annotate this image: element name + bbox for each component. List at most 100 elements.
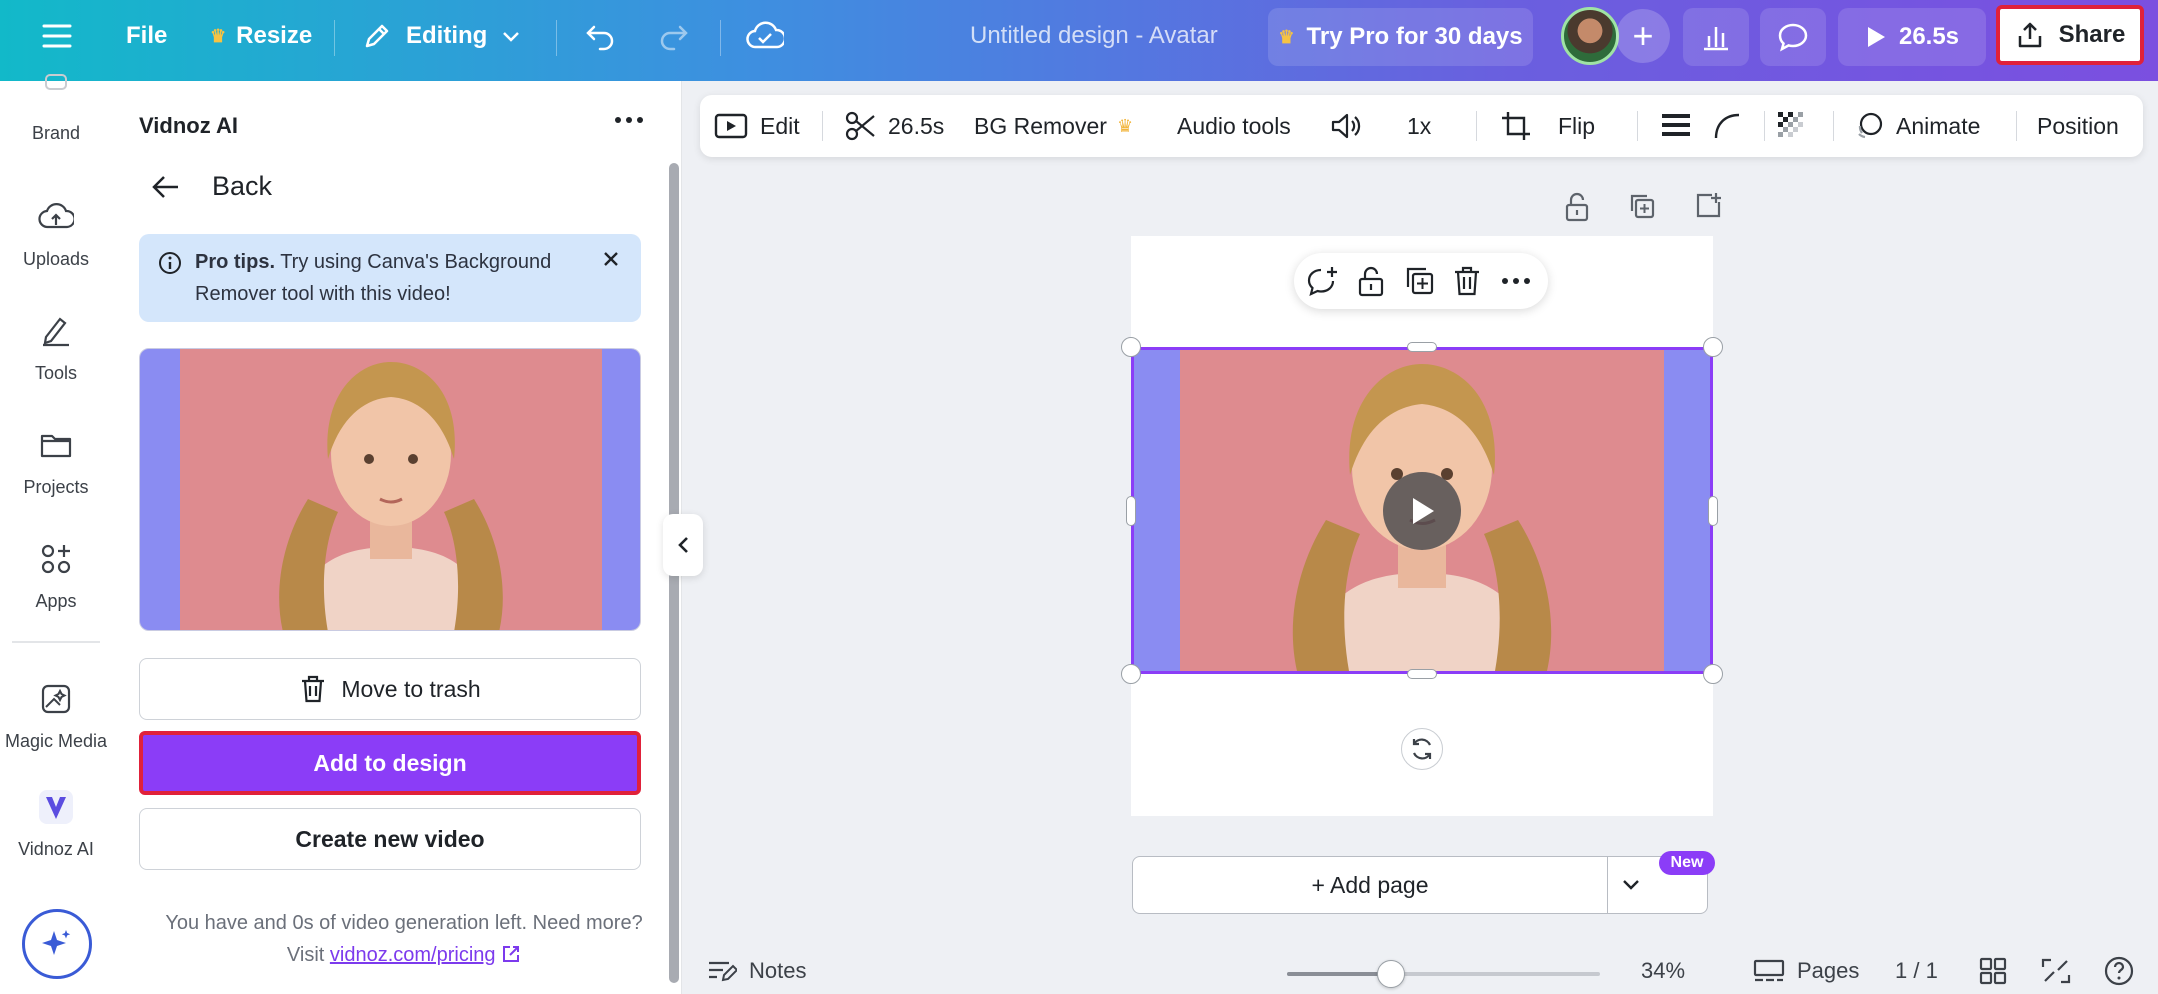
bg-remover-button[interactable]: BG Remover ♛ — [974, 95, 1133, 157]
resize-button[interactable]: ♛ Resize — [210, 0, 312, 72]
help-button[interactable] — [2103, 948, 2135, 994]
file-menu[interactable]: File — [126, 0, 167, 72]
grid-view-button[interactable] — [1979, 948, 2007, 994]
resize-handle-bottom[interactable] — [1407, 669, 1437, 679]
resize-handle-bottom-left[interactable] — [1121, 664, 1141, 684]
resize-handle-left[interactable] — [1126, 496, 1136, 526]
resize-handle-top[interactable] — [1407, 342, 1437, 352]
cloud-upload-icon — [38, 199, 74, 235]
page-tools — [1564, 192, 1722, 222]
icon-rail: Brand Uploads Tools Projects Apps Magic … — [0, 81, 112, 994]
chevron-down-icon — [1621, 878, 1641, 892]
duplicate-icon[interactable] — [1404, 265, 1436, 297]
rail-item-projects[interactable]: Projects — [0, 427, 112, 498]
add-page-icon[interactable] — [1694, 192, 1722, 220]
brand-icon — [38, 73, 74, 109]
panel-title: Vidnoz AI — [139, 113, 238, 139]
help-icon — [2103, 955, 2135, 987]
transparency-button[interactable] — [1776, 95, 1808, 157]
more-options-button[interactable] — [612, 103, 646, 145]
collapse-panel-button[interactable] — [663, 514, 703, 576]
hamburger-icon — [42, 23, 72, 49]
add-to-design-button[interactable]: Add to design — [139, 731, 641, 795]
rotate-handle[interactable] — [1401, 728, 1443, 770]
resize-handle-bottom-right[interactable] — [1703, 664, 1723, 684]
notes-button[interactable]: Notes — [707, 948, 806, 994]
avatar[interactable] — [1561, 7, 1619, 65]
undo-button[interactable] — [584, 0, 618, 72]
editing-dropdown[interactable]: Editing — [362, 0, 521, 72]
canva-assistant-button[interactable] — [22, 909, 92, 979]
rail-item-apps[interactable]: Apps — [0, 541, 112, 612]
rail-item-magic-media[interactable]: Magic Media — [0, 681, 112, 752]
comment-add-icon[interactable] — [1306, 265, 1340, 299]
volume-button[interactable] — [1329, 95, 1363, 157]
separator — [556, 20, 557, 56]
bg-remover-label: BG Remover — [974, 113, 1107, 140]
corner-rounding-button[interactable] — [1712, 95, 1742, 157]
lock-icon[interactable] — [1564, 192, 1590, 222]
insights-button[interactable] — [1683, 8, 1749, 66]
rail-item-vidnoz-ai[interactable]: Vidnoz AI — [0, 789, 112, 860]
duplicate-page-icon[interactable] — [1628, 192, 1656, 220]
pricing-link[interactable]: vidnoz.com/pricing — [330, 944, 496, 966]
rail-item-brand[interactable]: Brand — [0, 73, 112, 144]
more-horizontal-icon[interactable] — [1500, 267, 1532, 295]
menu-button[interactable] — [42, 0, 72, 72]
trim-button[interactable]: 26.5s — [844, 95, 944, 157]
move-to-trash-label: Move to trash — [341, 676, 480, 703]
generation-quota-text: You have and 0s of video generation left… — [139, 907, 669, 939]
border-style-button[interactable] — [1660, 95, 1692, 157]
try-pro-label: Try Pro for 30 days — [1307, 23, 1523, 51]
pages-button[interactable]: Pages — [1753, 948, 1859, 994]
animate-button[interactable]: Animate — [1854, 95, 1980, 157]
invite-button[interactable]: + — [1616, 9, 1670, 63]
rotate-icon — [1409, 736, 1435, 762]
flip-button[interactable]: Flip — [1558, 95, 1595, 157]
fullscreen-button[interactable] — [2041, 948, 2071, 994]
file-label: File — [126, 22, 167, 50]
rail-item-uploads[interactable]: Uploads — [0, 199, 112, 270]
zoom-level[interactable]: 34% — [1641, 948, 1685, 994]
close-tip-button[interactable] — [601, 248, 621, 276]
move-to-trash-button[interactable]: Move to trash — [139, 658, 641, 720]
vidnoz-icon — [38, 789, 74, 825]
video-preview-thumbnail[interactable] — [139, 348, 641, 631]
comment-button[interactable] — [1760, 8, 1826, 66]
trash-icon[interactable] — [1452, 265, 1482, 297]
video-context-toolbar: Edit 26.5s BG Remover ♛ Audio tools 1x F… — [700, 95, 2143, 157]
page-counter-label: 1 / 1 — [1895, 958, 1938, 984]
resize-handle-right[interactable] — [1708, 496, 1718, 526]
try-pro-button[interactable]: ♛ Try Pro for 30 days — [1268, 8, 1533, 66]
position-button[interactable]: Position — [2037, 95, 2119, 157]
close-icon — [601, 249, 621, 269]
separator — [1637, 111, 1638, 141]
resize-handle-top-left[interactable] — [1121, 337, 1141, 357]
back-button[interactable]: Back — [152, 171, 272, 202]
bottom-bar: Notes 34% Pages 1 / 1 — [683, 948, 2158, 994]
video-play-button[interactable] — [1383, 472, 1461, 550]
rail-item-tools[interactable]: Tools — [0, 313, 112, 384]
separator — [1476, 111, 1477, 141]
create-new-video-button[interactable]: Create new video — [139, 808, 641, 870]
back-label: Back — [212, 171, 272, 202]
rail-label: Vidnoz AI — [18, 839, 94, 860]
present-button[interactable]: 26.5s — [1838, 8, 1986, 66]
add-page-button[interactable]: + Add page — [1132, 856, 1608, 914]
audio-tools-button[interactable]: Audio tools — [1177, 95, 1291, 157]
add-to-design-label: Add to design — [313, 750, 466, 777]
speed-button[interactable]: 1x — [1407, 95, 1431, 157]
separator — [2016, 111, 2017, 141]
lock-icon[interactable] — [1356, 265, 1386, 297]
zoom-slider-thumb[interactable] — [1377, 960, 1405, 988]
edit-video-button[interactable]: Edit — [714, 95, 800, 157]
design-title[interactable]: Untitled design - Avatar — [970, 0, 1218, 72]
share-button[interactable]: Share — [1996, 5, 2144, 65]
crop-button[interactable] — [1500, 95, 1532, 157]
resize-handle-top-right[interactable] — [1703, 337, 1723, 357]
separator — [1764, 111, 1765, 141]
save-status-button[interactable] — [746, 0, 784, 72]
audio-tools-label: Audio tools — [1177, 113, 1291, 140]
redo-button[interactable] — [656, 0, 690, 72]
separator — [1833, 111, 1834, 141]
